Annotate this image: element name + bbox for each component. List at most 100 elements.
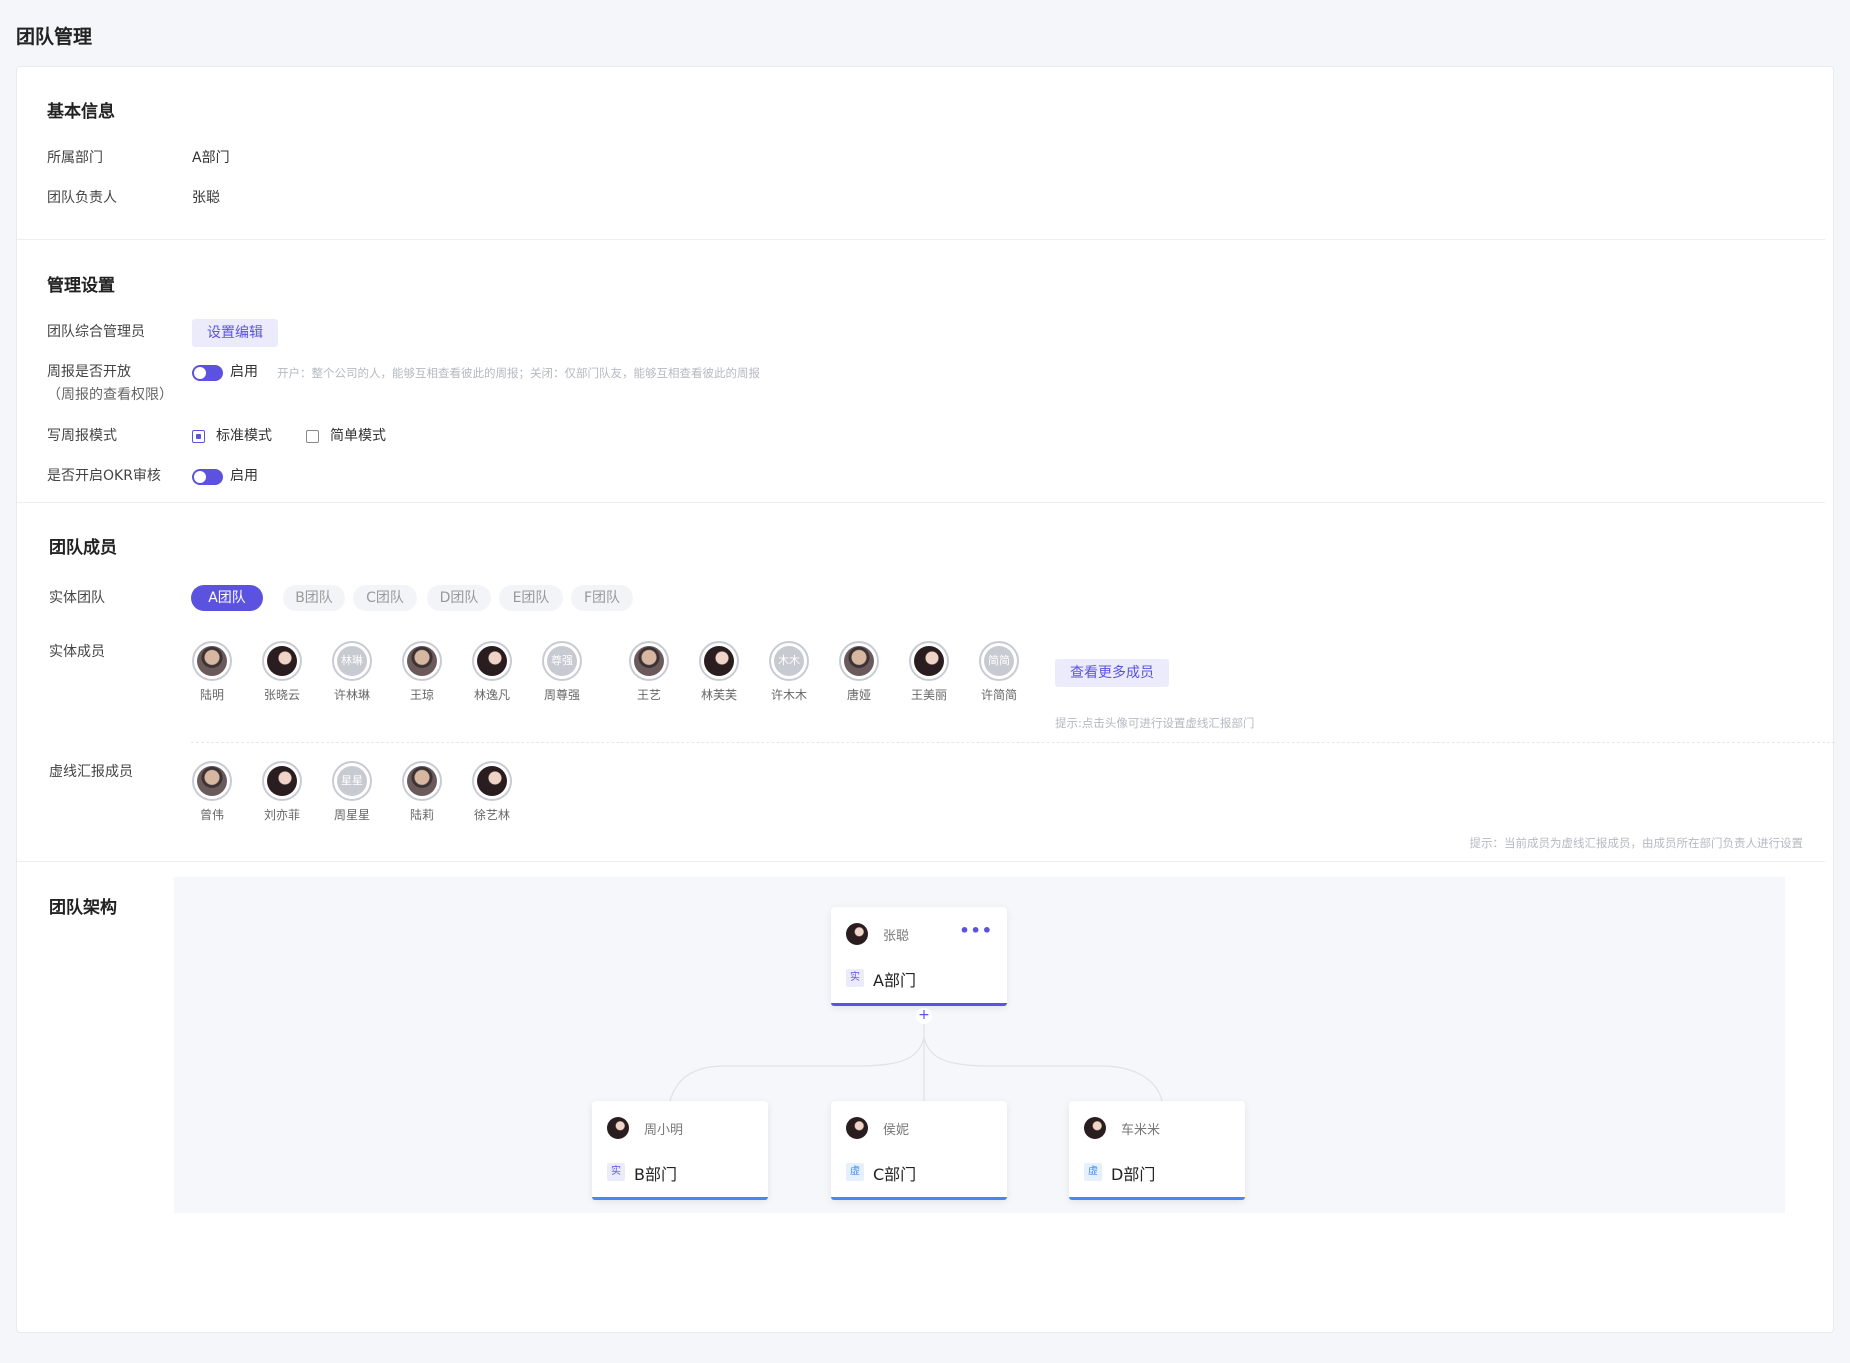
member-name: 王美丽: [910, 688, 947, 702]
divider: [17, 239, 1825, 240]
member-item[interactable]: 陆莉: [392, 761, 452, 823]
weekly-open-toggle[interactable]: [192, 365, 223, 381]
org-node-child[interactable]: 侯妮 虚 C部门: [831, 1101, 1007, 1200]
weekly-open-toggle-text: 启用: [230, 364, 258, 380]
avatar[interactable]: [699, 641, 739, 681]
member-name: 张晓云: [263, 688, 300, 702]
avatar[interactable]: [402, 641, 442, 681]
member-name: 王艺: [636, 688, 661, 702]
avatar-image: [634, 646, 664, 676]
member-name: 许简简: [980, 688, 1017, 702]
member-item[interactable]: 曾伟: [182, 761, 242, 823]
team-tab-d[interactable]: D团队: [427, 585, 491, 611]
more-icon[interactable]: •••: [959, 921, 993, 940]
avatar[interactable]: [472, 761, 512, 801]
team-tab-c[interactable]: C团队: [353, 585, 417, 611]
member-name: 周尊强: [543, 688, 580, 702]
dashed-divider: [191, 742, 1835, 743]
avatar[interactable]: 木木: [769, 641, 809, 681]
member-item[interactable]: 徐艺林: [462, 761, 522, 823]
avatar-image: 尊强: [547, 646, 577, 676]
avatar[interactable]: 星星: [332, 761, 372, 801]
avatar[interactable]: 简简: [979, 641, 1019, 681]
okr-review-toggle[interactable]: [192, 469, 223, 485]
org-node-child[interactable]: 车米米 虚 D部门: [1069, 1101, 1245, 1200]
view-more-members-button[interactable]: 查看更多成员: [1055, 659, 1169, 687]
member-item[interactable]: 王艺: [619, 641, 679, 703]
simple-mode-radio[interactable]: [306, 430, 319, 443]
member-name: 周星星: [333, 808, 370, 822]
avatar[interactable]: [629, 641, 669, 681]
avatar[interactable]: [192, 641, 232, 681]
org-node-dept: C部门: [873, 1165, 917, 1184]
expand-node-icon[interactable]: +: [916, 1008, 932, 1024]
member-item[interactable]: 简简 许简简: [969, 641, 1029, 703]
avatar[interactable]: [909, 641, 949, 681]
virtual-tag-icon: 虚: [1084, 1163, 1102, 1181]
avatar[interactable]: 尊强: [542, 641, 582, 681]
member-name: 唐娅: [846, 688, 871, 702]
avatar[interactable]: [192, 761, 232, 801]
member-item[interactable]: 林逸凡: [462, 641, 522, 703]
avatar[interactable]: [262, 641, 302, 681]
avatar-image: [477, 766, 507, 796]
virtual-members-label: 虚线汇报成员: [49, 764, 133, 780]
divider: [17, 861, 1825, 862]
avatar[interactable]: 林琳: [332, 641, 372, 681]
team-structure-title: 团队架构: [49, 898, 117, 918]
avatar[interactable]: [472, 641, 512, 681]
member-item[interactable]: 王美丽: [899, 641, 959, 703]
manage-settings-title: 管理设置: [47, 276, 115, 296]
avatar[interactable]: [839, 641, 879, 681]
avatar-image: [197, 646, 227, 676]
avatar[interactable]: [262, 761, 302, 801]
entity-members-hint: 提示:点击头像可进行设置虚线汇报部门: [1055, 716, 1255, 730]
avatar: [1084, 1117, 1106, 1139]
member-item[interactable]: 唐娅: [829, 641, 889, 703]
team-tab-a[interactable]: A团队: [191, 585, 263, 611]
org-node-root[interactable]: 张聪 ••• 实 A部门: [831, 907, 1007, 1006]
member-item[interactable]: 刘亦菲: [252, 761, 312, 823]
org-node-person: 车米米: [1121, 1123, 1161, 1138]
standard-mode-label[interactable]: 标准模式: [216, 425, 272, 447]
member-item[interactable]: 林芙芙: [689, 641, 749, 703]
member-item[interactable]: 星星 周星星: [322, 761, 382, 823]
member-item[interactable]: 陆明: [182, 641, 242, 703]
member-item[interactable]: 林琳 许林琳: [322, 641, 382, 703]
member-item[interactable]: 木木 许木木: [759, 641, 819, 703]
write-mode-label: 写周报模式: [47, 428, 117, 444]
avatar: [846, 923, 868, 945]
admin-label: 团队综合管理员: [47, 324, 145, 340]
edit-admin-button[interactable]: 设置编辑: [192, 319, 278, 347]
org-node-dept: D部门: [1111, 1165, 1156, 1184]
node-accent-bar: [1069, 1197, 1245, 1200]
leader-value: 张聪: [192, 190, 220, 206]
team-members-title: 团队成员: [49, 538, 117, 558]
org-node-child[interactable]: 周小明 实 B部门: [592, 1101, 768, 1200]
standard-mode-radio[interactable]: [192, 430, 205, 443]
avatar-image: 星星: [337, 766, 367, 796]
team-tab-f[interactable]: F团队: [571, 585, 633, 611]
member-name: 许林琳: [333, 688, 370, 702]
avatar[interactable]: [402, 761, 442, 801]
team-tab-e[interactable]: E团队: [499, 585, 563, 611]
simple-mode-label[interactable]: 简单模式: [330, 425, 386, 447]
real-tag-icon: 实: [607, 1163, 625, 1181]
org-node-person: 张聪: [883, 929, 910, 944]
dept-label: 所属部门: [47, 150, 103, 166]
member-name: 陆明: [199, 688, 224, 702]
org-node-dept: A部门: [873, 971, 916, 990]
node-accent-bar: [592, 1197, 768, 1200]
org-node-person: 周小明: [644, 1123, 684, 1138]
avatar: [846, 1117, 868, 1139]
member-name: 许木木: [770, 688, 807, 702]
member-item[interactable]: 王琼: [392, 641, 452, 703]
dept-value: A部门: [192, 150, 230, 166]
avatar-image: [407, 766, 437, 796]
member-item[interactable]: 尊强 周尊强: [532, 641, 592, 703]
weekly-open-sublabel: （周报的查看权限）: [47, 387, 173, 403]
entity-team-label: 实体团队: [49, 590, 105, 606]
member-item[interactable]: 张晓云: [252, 641, 312, 703]
avatar-image: [267, 766, 297, 796]
team-tab-b[interactable]: B团队: [283, 585, 345, 611]
